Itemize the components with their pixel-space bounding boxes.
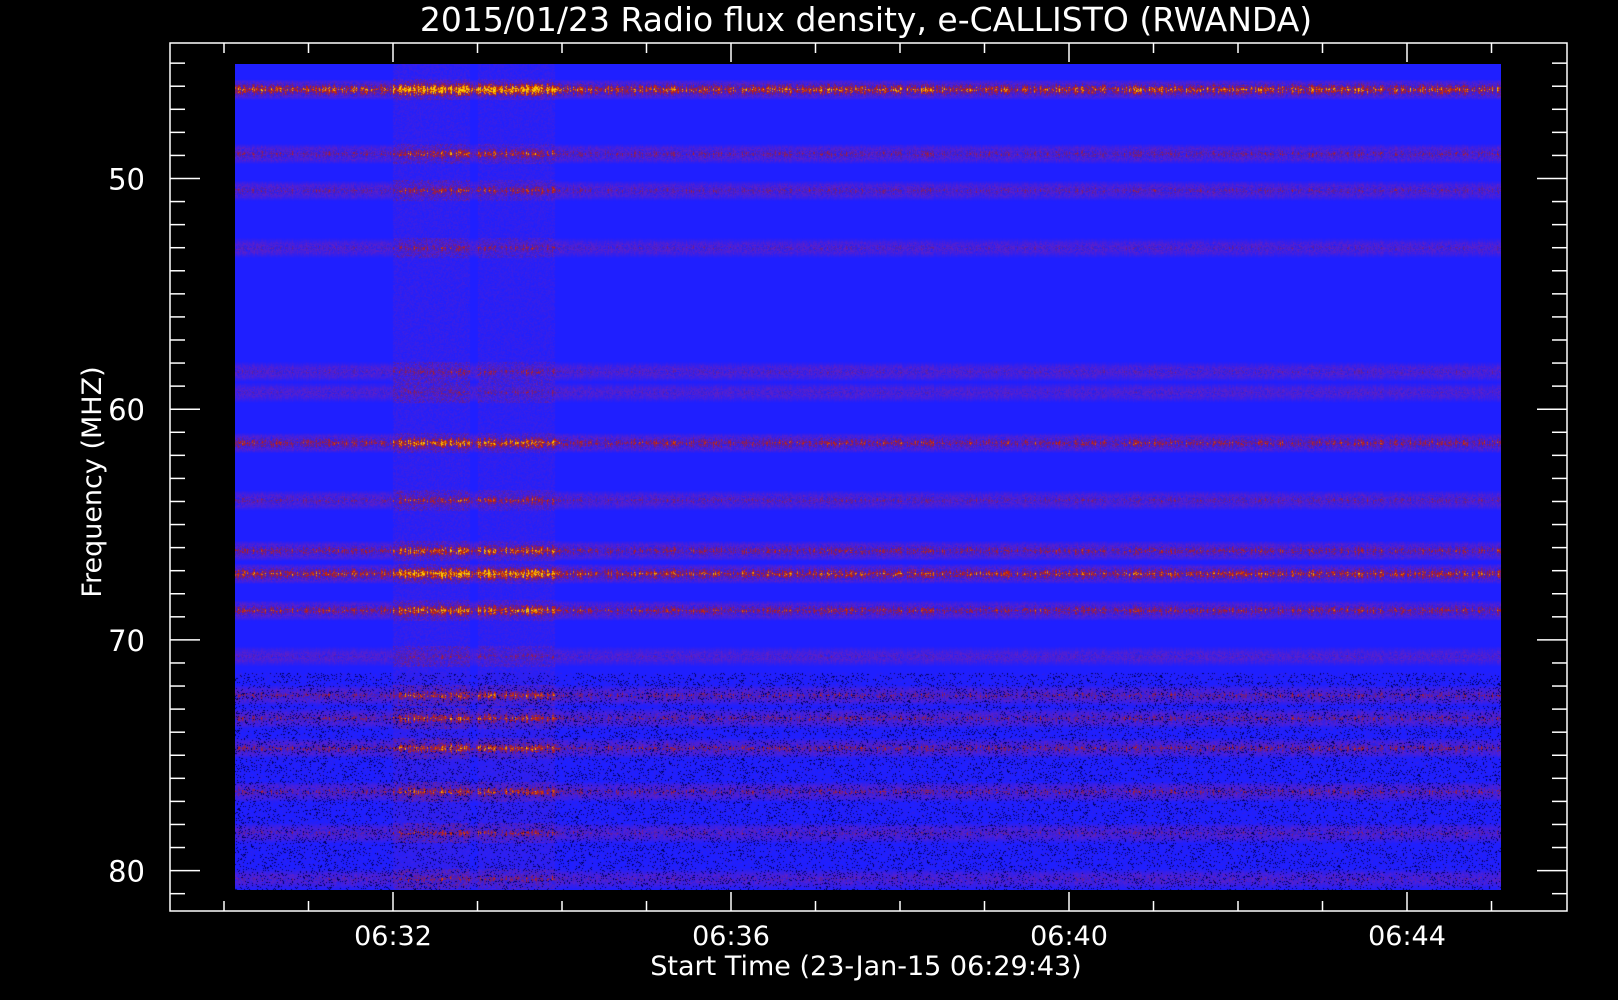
y-axis-label: Frequency (MHZ) (77, 366, 108, 597)
chart-title: 2015/01/23 Radio flux density, e-CALLIST… (420, 0, 1312, 39)
x-tick-label: 06:40 (1030, 921, 1108, 952)
plot-area (235, 64, 1501, 890)
spectrogram-figure: 2015/01/23 Radio flux density, e-CALLIST… (77, 0, 1568, 982)
x-tick-label: 06:32 (354, 921, 432, 952)
x-tick-label: 06:36 (692, 921, 770, 952)
y-tick-label: 50 (108, 163, 145, 197)
y-tick-label: 80 (108, 855, 145, 889)
x-tick-label: 06:44 (1368, 921, 1446, 952)
y-tick-label: 70 (108, 624, 145, 658)
spectrogram-image (235, 64, 1501, 890)
x-axis-label: Start Time (23-Jan-15 06:29:43) (650, 951, 1081, 982)
y-tick-label: 60 (108, 393, 145, 427)
